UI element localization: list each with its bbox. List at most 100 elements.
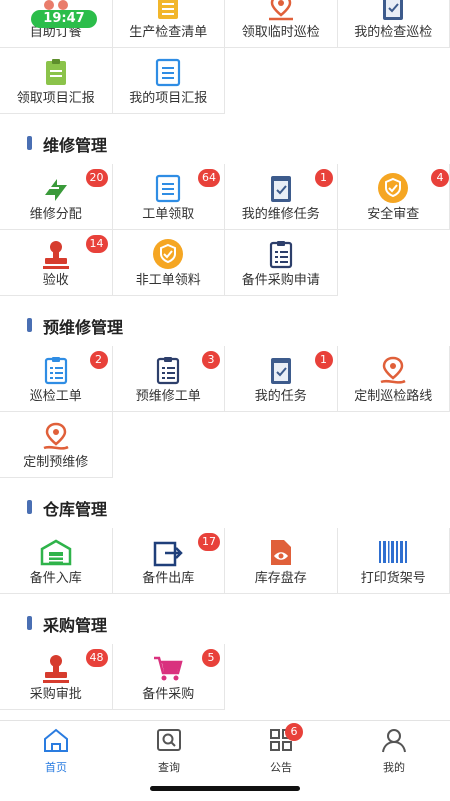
clipboard-check-icon bbox=[375, 0, 411, 22]
menu-tile-purchase-approval[interactable]: 采购审批 48 bbox=[0, 644, 113, 710]
clipboard-list-icon bbox=[38, 354, 74, 386]
menu-tile-my-inspection[interactable]: 我的检查巡检 bbox=[338, 0, 450, 48]
list-doc-icon bbox=[150, 172, 186, 204]
route-pin-icon bbox=[375, 354, 411, 386]
section-title: 维修管理 bbox=[43, 132, 107, 156]
checklist-icon bbox=[150, 0, 186, 22]
section-header-purchase: 采购管理 bbox=[0, 594, 450, 644]
menu-tile-acceptance[interactable]: 验收 14 bbox=[0, 230, 113, 296]
menu-tile-parts-purchase-request[interactable]: 备件采购申请 bbox=[225, 230, 338, 296]
section-header-preventive: 预维修管理 bbox=[0, 296, 450, 346]
notification-badge: 20 bbox=[86, 169, 108, 187]
user-icon bbox=[364, 727, 424, 757]
export-icon bbox=[150, 536, 186, 568]
menu-label: 验收 bbox=[0, 273, 112, 289]
menu-label: 备件入库 bbox=[0, 571, 112, 587]
menu-label: 维修分配 bbox=[0, 207, 112, 223]
tab-label: 查询 bbox=[139, 759, 199, 775]
tab-label: 公告 bbox=[251, 759, 311, 775]
menu-tile-parts-purchase[interactable]: 备件采购 5 bbox=[113, 644, 226, 710]
home-icon bbox=[26, 727, 86, 757]
menu-label: 备件采购 bbox=[113, 687, 225, 703]
menu-label: 巡检工单 bbox=[0, 389, 112, 405]
warehouse-icon bbox=[38, 536, 74, 568]
notification-badge: 3 bbox=[202, 351, 220, 369]
menu-label: 我的检查巡检 bbox=[338, 25, 450, 41]
tab-home[interactable]: 首页 bbox=[26, 727, 86, 775]
stamp-icon bbox=[38, 238, 74, 270]
section-bar bbox=[27, 136, 32, 150]
menu-tile-stocktake[interactable]: 库存盘存 bbox=[225, 528, 338, 594]
swap-arrows-icon bbox=[38, 172, 74, 204]
notification-badge: 17 bbox=[198, 533, 220, 551]
tab-profile[interactable]: 我的 bbox=[364, 727, 424, 775]
route-pin-icon bbox=[263, 0, 299, 22]
clipboard-check-icon bbox=[263, 172, 299, 204]
tab-label: 首页 bbox=[26, 759, 86, 775]
menu-tile-parts-outbound[interactable]: 备件出库 17 bbox=[113, 528, 226, 594]
status-time: 19:47 bbox=[31, 10, 97, 28]
shield-icon bbox=[150, 238, 186, 270]
section-bar bbox=[27, 500, 32, 514]
menu-label: 我的维修任务 bbox=[225, 207, 337, 223]
section-title: 预维修管理 bbox=[43, 314, 123, 338]
menu-label: 领取项目汇报 bbox=[0, 91, 112, 107]
notification-badge: 5 bbox=[202, 649, 220, 667]
stamp-icon bbox=[38, 652, 74, 684]
clipboard-list-icon bbox=[150, 354, 186, 386]
menu-tile-parts-inbound[interactable]: 备件入库 bbox=[0, 528, 113, 594]
menu-label: 备件出库 bbox=[113, 571, 225, 587]
section-header-maintenance: 维修管理 bbox=[0, 114, 450, 164]
empty-cell bbox=[338, 230, 450, 296]
menu-tile-non-order-materials[interactable]: 非工单领料 bbox=[113, 230, 226, 296]
shield-icon bbox=[375, 172, 411, 204]
menu-tile-repair-assign[interactable]: 维修分配 20 bbox=[0, 164, 113, 230]
menu-tile-preventive-order[interactable]: 预维修工单 3 bbox=[113, 346, 226, 412]
menu-label: 定制巡检路线 bbox=[338, 389, 450, 405]
route-pin-icon bbox=[38, 420, 74, 452]
menu-tile-work-order-claim[interactable]: 工单领取 64 bbox=[113, 164, 226, 230]
menu-label: 定制预维修 bbox=[0, 455, 112, 471]
menu-tile-claim-project-report[interactable]: 领取项目汇报 bbox=[0, 48, 113, 114]
home-indicator bbox=[150, 786, 300, 791]
menu-label: 安全审查 bbox=[338, 207, 450, 223]
section-title: 采购管理 bbox=[43, 612, 107, 636]
menu-tile-safety-review[interactable]: 安全审查 4 bbox=[338, 164, 450, 230]
menu-tile-my-project-report[interactable]: 我的项目汇报 bbox=[113, 48, 226, 114]
menu-tile-inspection-order[interactable]: 巡检工单 2 bbox=[0, 346, 113, 412]
menu-tile-custom-inspection-route[interactable]: 定制巡检路线 bbox=[338, 346, 450, 412]
menu-tile-my-tasks[interactable]: 我的任务 1 bbox=[225, 346, 338, 412]
menu-label: 生产检查清单 bbox=[113, 25, 225, 41]
menu-label: 我的任务 bbox=[225, 389, 337, 405]
list-doc-icon bbox=[150, 56, 186, 88]
menu-label: 库存盘存 bbox=[225, 571, 337, 587]
search-icon bbox=[139, 727, 199, 757]
menu-tile-custom-preventive[interactable]: 定制预维修 bbox=[0, 412, 113, 478]
section-header-warehouse: 仓库管理 bbox=[0, 478, 450, 528]
menu-tile-temp-inspection[interactable]: 领取临时巡检 bbox=[225, 0, 338, 48]
menu-tile-production-checklist[interactable]: 生产检查清单 bbox=[113, 0, 226, 48]
menu-tile-my-repair-tasks[interactable]: 我的维修任务 1 bbox=[225, 164, 338, 230]
clipboard-green-icon bbox=[38, 56, 74, 88]
notification-badge: 6 bbox=[285, 723, 303, 741]
clipboard-check-icon bbox=[263, 354, 299, 386]
notification-badge: 48 bbox=[86, 649, 108, 667]
main-scroll[interactable]: 自助订餐 生产检查清单 领取临时巡检 我的检查巡检 领取项目汇报 bbox=[0, 0, 450, 720]
notification-badge: 2 bbox=[90, 351, 108, 369]
cart-icon bbox=[150, 652, 186, 684]
menu-tile-print-shelf-number[interactable]: 打印货架号 bbox=[338, 528, 450, 594]
section-title: 仓库管理 bbox=[43, 496, 107, 520]
menu-label: 我的项目汇报 bbox=[113, 91, 225, 107]
menu-label: 领取临时巡检 bbox=[225, 25, 337, 41]
barcode-icon bbox=[375, 536, 411, 568]
menu-label: 非工单领料 bbox=[113, 273, 225, 289]
tab-search[interactable]: 查询 bbox=[139, 727, 199, 775]
notification-badge: 4 bbox=[431, 169, 449, 187]
section-bar bbox=[27, 616, 32, 630]
clipboard-list-icon bbox=[263, 238, 299, 270]
notification-badge: 1 bbox=[315, 169, 333, 187]
notification-badge: 14 bbox=[86, 235, 108, 253]
tab-label: 我的 bbox=[364, 759, 424, 775]
tab-announcements[interactable]: 公告 6 bbox=[251, 727, 311, 775]
menu-label: 备件采购申请 bbox=[225, 273, 337, 289]
